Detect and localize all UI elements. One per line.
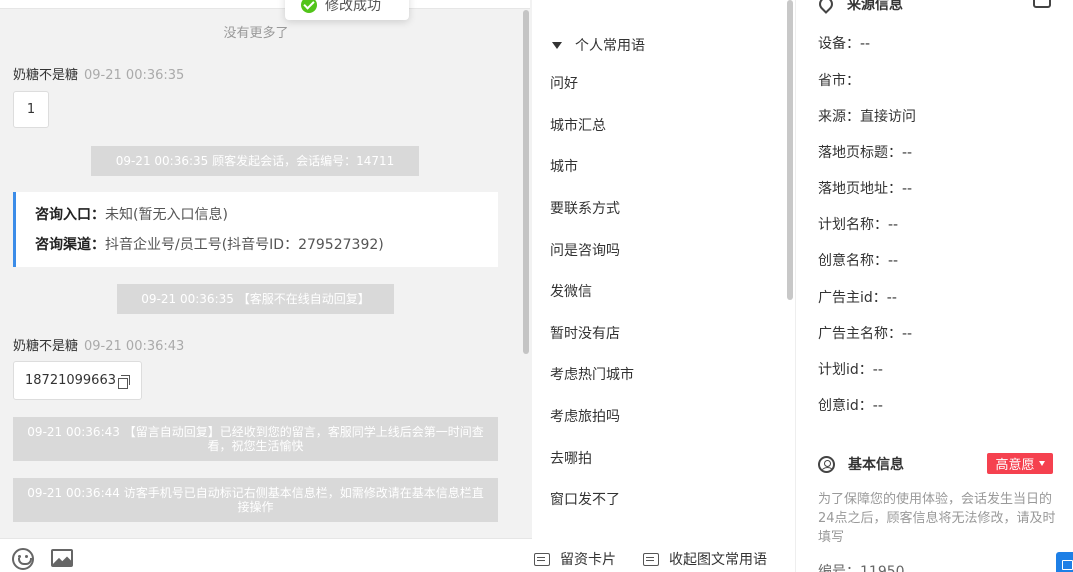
message-content: 18721099663	[25, 373, 116, 388]
source-field-plan-name: 计划名称：--	[818, 217, 899, 233]
emoji-icon[interactable]	[12, 548, 34, 570]
source-field-province-city: 省市：	[818, 73, 860, 89]
consult-entry-label: 咨询入口：	[35, 207, 105, 223]
message-time: 09-21 00:36:35	[84, 68, 185, 83]
sender-name: 奶糖不是糖	[13, 68, 79, 83]
location-pin-icon	[816, 0, 836, 14]
success-icon	[301, 0, 317, 13]
system-message-text: 09-21 00:36:43 【留言自动回复】已经收到您的留言，客服同学上线后会…	[27, 425, 484, 453]
customer-info-panel: 来源信息 设备：-- 省市： 来源：直接访问 落地页标题：-- 落地页地址：--…	[797, 0, 1073, 572]
phrase-item[interactable]: 问好	[550, 74, 578, 94]
consult-channel-row: 咨询渠道：抖音企业号/员工号(抖音号ID：279527392)	[35, 235, 498, 265]
toast-text: 修改成功	[325, 0, 381, 14]
success-toast: 修改成功	[285, 0, 409, 20]
consult-channel-value: 抖音企业号/员工号(抖音号ID：279527392)	[105, 237, 384, 253]
chat-input-toolbar	[0, 538, 532, 572]
source-field-landing-url: 落地页地址：--	[818, 181, 913, 197]
message-time: 09-21 00:36:43	[84, 339, 185, 354]
intent-level-label: 高意愿	[995, 458, 1035, 473]
intent-level-dropdown[interactable]: 高意愿	[987, 453, 1053, 474]
phrase-item[interactable]: 考虑热门城市	[550, 365, 634, 385]
no-more-text: 没有更多了	[223, 26, 289, 41]
system-message-text: 09-21 00:36:35 【客服不在线自动回复】	[141, 292, 370, 306]
phrase-item[interactable]: 城市	[550, 157, 578, 177]
message-bubble[interactable]: 1	[13, 91, 49, 128]
source-field-source: 来源：直接访问	[818, 109, 916, 125]
system-message: 09-21 00:36:35 【客服不在线自动回复】	[117, 284, 394, 314]
phrase-item[interactable]: 考虑旅拍吗	[550, 407, 620, 427]
basic-info-title: 基本信息	[818, 454, 904, 474]
chat-header-divider	[0, 0, 530, 9]
source-field-plan-id: 计划id：--	[818, 362, 883, 378]
user-icon	[818, 455, 835, 473]
source-field-creative-id: 创意id：--	[818, 398, 883, 414]
system-message: 09-21 00:36:35 顾客发起会话，会话编号：14711	[91, 146, 419, 176]
collapse-phrases-button[interactable]: 收起图文常用语	[643, 549, 767, 569]
message-bubble[interactable]: 18721099663	[13, 361, 142, 400]
consult-entry-row: 咨询入口：未知(暂无入口信息)	[35, 205, 498, 235]
source-info-label: 来源信息	[847, 0, 903, 13]
consult-info-card: 咨询入口：未知(暂无入口信息) 咨询渠道：抖音企业号/员工号(抖音号ID：279…	[13, 192, 498, 267]
source-field-creative-name: 创意名称：--	[818, 253, 899, 269]
system-message-text: 09-21 00:36:44 访客手机号已自动标记右侧基本信息栏，如需修改请在基…	[27, 486, 484, 514]
message-content: 1	[26, 102, 36, 117]
system-message-text: 09-21 00:36:35 顾客发起会话，会话编号：14711	[115, 154, 395, 168]
phrase-item[interactable]: 发微信	[550, 282, 592, 302]
phrase-group-header[interactable]: 个人常用语	[552, 35, 645, 55]
source-field-landing-title: 落地页标题：--	[818, 145, 913, 161]
floating-action-button[interactable]	[1056, 552, 1073, 572]
phrase-item[interactable]: 城市汇总	[550, 116, 606, 136]
consult-entry-value: 未知(暂无入口信息)	[105, 207, 228, 223]
copy-icon[interactable]	[117, 374, 130, 389]
basic-field-id: 编号：11950	[818, 564, 905, 572]
source-info-title: 来源信息	[816, 0, 903, 14]
system-message: 09-21 00:36:43 【留言自动回复】已经收到您的留言，客服同学上线后会…	[13, 417, 498, 461]
phrase-group-label: 个人常用语	[575, 38, 645, 54]
sender-name: 奶糖不是糖	[13, 339, 79, 354]
collapse-phrases-label: 收起图文常用语	[669, 552, 767, 568]
message-icon	[534, 552, 550, 566]
source-field-device: 设备：--	[818, 36, 871, 52]
phrase-item[interactable]: 窗口发不了	[550, 490, 620, 510]
edit-deadline-notice: 为了保障您的使用体验，会话发生当日的24点之后，顾客信息将无法修改，请及时填写	[818, 492, 1056, 545]
phrases-scrollbar[interactable]	[787, 0, 793, 300]
caret-down-icon	[552, 41, 562, 49]
chat-panel: 没有更多了 奶糖不是糖 09-21 00:36:35 1 09-21 00:36:…	[0, 0, 532, 538]
consult-channel-label: 咨询渠道：	[35, 237, 105, 253]
phrases-panel: 个人常用语 问好 城市汇总 城市 要联系方式 问是咨询吗 发微信 暂时没有店 考…	[532, 0, 796, 572]
source-field-advertiser-name: 广告主名称：--	[818, 326, 913, 342]
image-icon[interactable]	[51, 549, 73, 567]
message-icon	[643, 552, 659, 566]
chat-scrollbar[interactable]	[523, 10, 529, 354]
phrase-item[interactable]: 去哪拍	[550, 449, 592, 469]
message-sender: 奶糖不是糖 09-21 00:36:43	[13, 335, 184, 354]
caret-down-icon	[1038, 461, 1045, 466]
system-message: 09-21 00:36:44 访客手机号已自动标记右侧基本信息栏，如需修改请在基…	[13, 478, 498, 522]
source-field-advertiser-id: 广告主id：--	[818, 290, 897, 306]
lead-card-button[interactable]: 留资卡片	[534, 549, 616, 569]
phrase-item[interactable]: 问是咨询吗	[550, 241, 620, 261]
message-sender: 奶糖不是糖 09-21 00:36:35	[13, 64, 184, 83]
phrase-item[interactable]: 要联系方式	[550, 199, 620, 219]
lead-card-label: 留资卡片	[560, 552, 616, 568]
basic-info-label: 基本信息	[848, 457, 904, 473]
phrase-item[interactable]: 暂时没有店	[550, 324, 620, 344]
edit-icon[interactable]	[1033, 0, 1051, 8]
